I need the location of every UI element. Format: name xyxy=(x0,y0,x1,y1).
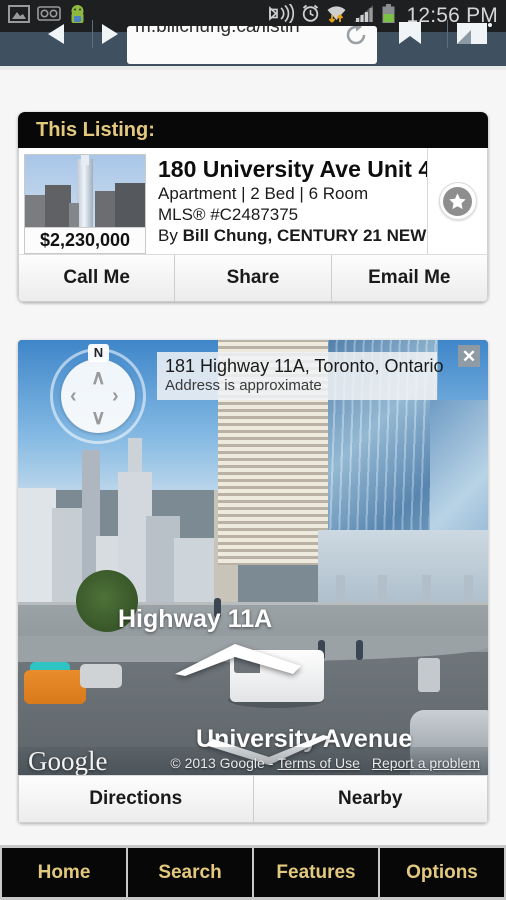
callout-address: 181 Highway 11A, Toronto, Ontario xyxy=(165,356,444,376)
price-badge: $2,230,000 xyxy=(25,227,145,253)
url-bar[interactable]: m.billchung.ca/listin xyxy=(127,26,377,64)
nav-item-options[interactable]: Options xyxy=(380,848,504,897)
favorite-column xyxy=(427,148,487,254)
nearby-button[interactable]: Nearby xyxy=(253,776,487,822)
sv-taxi xyxy=(24,670,86,704)
sv-building-g xyxy=(174,538,214,612)
url-text: m.billchung.ca/listin xyxy=(135,26,300,37)
forward-arrow-icon[interactable] xyxy=(96,20,128,55)
sv-trash-bin xyxy=(418,658,440,692)
listing-action-row: Call Me Share Email Me xyxy=(18,254,488,302)
streetview-panorama[interactable]: N ∧ ∨ ‹ › 181 Highway 11A, Toronto, Onta… xyxy=(18,340,488,775)
email-me-button[interactable]: Email Me xyxy=(331,255,487,301)
listing-agent-prefix: By xyxy=(158,226,183,245)
thumbnail-building-3 xyxy=(95,191,117,229)
thumbnail-building-2 xyxy=(45,185,71,229)
back-arrow-icon[interactable] xyxy=(38,20,70,55)
compass-right-arrow[interactable]: › xyxy=(112,385,119,408)
close-icon[interactable]: ✕ xyxy=(458,345,480,367)
listing-header-title: This Listing: xyxy=(36,118,155,141)
bottom-navigation-bar: Home Search Features Options xyxy=(0,845,506,900)
favorite-button[interactable] xyxy=(438,182,477,220)
wifi-data-icon xyxy=(326,4,347,28)
compass-up-arrow[interactable]: ∧ xyxy=(91,365,106,390)
nav-item-features[interactable]: Features xyxy=(254,848,378,897)
thumbnail-building-5 xyxy=(69,203,79,229)
sv-car-2 xyxy=(80,664,122,688)
compass-left-arrow[interactable]: ‹ xyxy=(70,385,77,408)
image-icon xyxy=(8,4,30,28)
listing-card: This Listing: $2,230,000 180 University … xyxy=(18,112,488,302)
address-callout: 181 Highway 11A, Toronto, Ontario Addres… xyxy=(157,352,444,400)
compass-north-marker: N xyxy=(88,344,109,362)
streetview-compass-control[interactable]: N ∧ ∨ ‹ › xyxy=(50,344,146,444)
sv-building-a xyxy=(18,488,56,608)
report-problem-link[interactable]: Report a problem xyxy=(372,755,480,771)
directions-button[interactable]: Directions xyxy=(19,776,254,822)
toolbar-divider-2 xyxy=(447,20,448,48)
bookmark-icon[interactable] xyxy=(392,20,428,55)
star-icon xyxy=(443,186,472,216)
thumbnail-building-4 xyxy=(115,183,145,229)
android-icon xyxy=(68,4,87,29)
listing-card-header: This Listing: xyxy=(18,112,488,148)
sv-pedestrian-3 xyxy=(356,640,363,660)
signal-bars-icon xyxy=(353,4,375,28)
streetview-card: N ∧ ∨ ‹ › 181 Highway 11A, Toronto, Onta… xyxy=(18,340,488,823)
nav-item-features-label: Features xyxy=(276,861,356,883)
copyright-text: © 2013 Google xyxy=(170,755,265,771)
share-button[interactable]: Share xyxy=(175,255,332,301)
toolbar-divider-1 xyxy=(92,20,93,48)
tabs-icon[interactable] xyxy=(455,20,495,55)
google-attribution: © 2013 Google - Terms of Use Report a prob… xyxy=(170,755,480,771)
compass-down-arrow[interactable]: ∨ xyxy=(91,405,106,430)
attribution-spacer xyxy=(364,755,368,771)
streetview-chevron-1[interactable] xyxy=(173,640,303,676)
streetview-action-row: Directions Nearby xyxy=(18,775,488,823)
reload-icon[interactable] xyxy=(341,26,371,55)
nav-item-home-label: Home xyxy=(37,861,91,883)
nav-item-search[interactable]: Search xyxy=(128,848,252,897)
thumbnail-building-1 xyxy=(25,195,47,229)
nav-item-options-label: Options xyxy=(406,861,478,883)
callout-note: Address is approximate xyxy=(165,377,322,394)
attribution-dash: - xyxy=(268,755,274,771)
call-me-button[interactable]: Call Me xyxy=(19,255,176,301)
thumbnail-tower-top xyxy=(81,155,89,165)
listing-price: $2,230,000 xyxy=(39,230,131,250)
nav-item-search-label: Search xyxy=(158,861,222,883)
nav-item-home[interactable]: Home xyxy=(2,848,126,897)
browser-toolbar: m.billchung.ca/listin xyxy=(0,20,506,66)
listing-card-body: $2,230,000 180 University Ave Unit 450 A… xyxy=(18,148,488,254)
page-content: This Listing: $2,230,000 180 University … xyxy=(0,70,506,845)
listing-agent-name: Bill Chung, CENTURY 21 NEW CO xyxy=(182,226,457,245)
google-logo: Google xyxy=(28,746,108,775)
alarm-clock-icon xyxy=(301,4,320,28)
sound-vibrate-icon xyxy=(268,2,295,28)
thumbnail-tower xyxy=(77,159,93,231)
street-label-highway: Highway 11A xyxy=(118,605,273,633)
listing-thumbnail[interactable]: $2,230,000 xyxy=(24,154,146,254)
terms-of-use-link[interactable]: Terms of Use xyxy=(277,755,359,771)
